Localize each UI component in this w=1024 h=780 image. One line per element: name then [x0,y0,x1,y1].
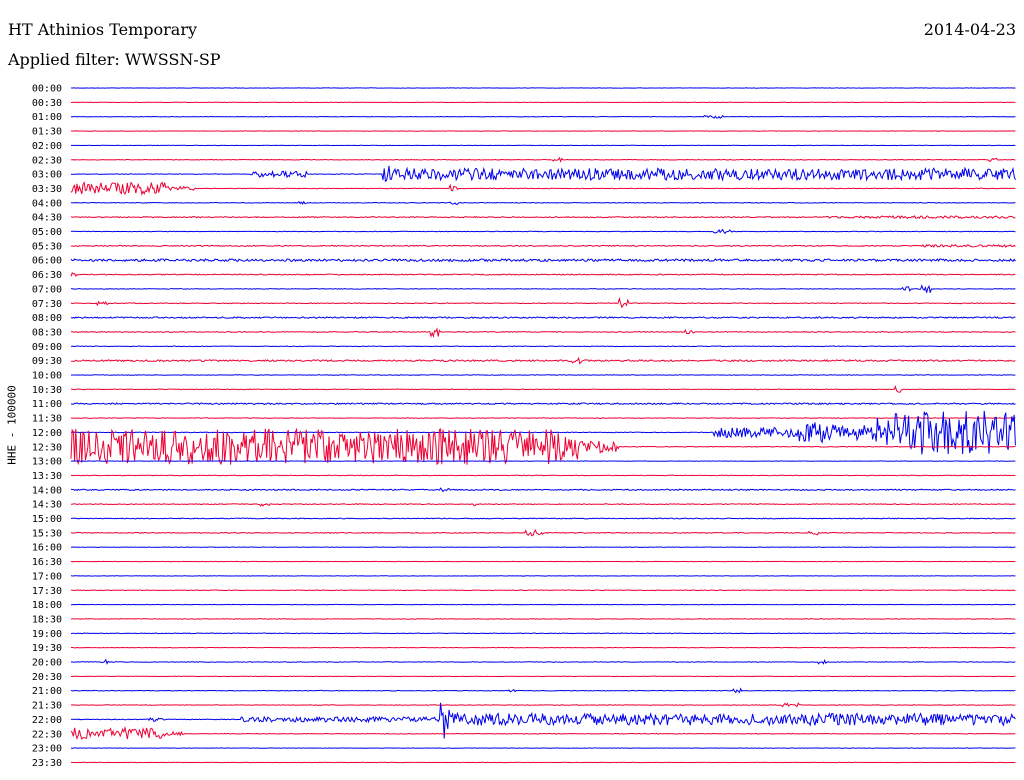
time-tick-label: 17:30 [32,586,62,597]
time-tick-label: 19:00 [32,629,62,640]
trace-line [70,702,1016,708]
time-tick-label: 03:00 [32,170,62,181]
trace-line [70,402,1016,406]
time-tick-label: 20:30 [32,672,62,683]
trace-line [70,687,1016,694]
time-tick-label: 21:00 [32,686,62,697]
time-tick-label: 07:30 [32,299,62,310]
time-tick-label: 02:00 [32,141,62,152]
time-tick-label: 04:30 [32,213,62,224]
trace-line [70,417,1016,419]
time-tick-label: 18:30 [32,614,62,625]
time-tick-label: 21:30 [32,701,62,712]
time-tick-label: 14:30 [32,500,62,511]
time-tick-label: 10:30 [32,385,62,396]
time-tick-label: 22:30 [32,729,62,740]
time-tick-label: 05:00 [32,227,62,238]
trace-line [70,658,1016,665]
time-tick-label: 03:30 [32,184,62,195]
helicorder-plot: 00:00 00:30 01:00 01:30 02:00 02:30 03:00 03:30… [32,84,1016,769]
time-tick-label: 05:30 [32,241,62,252]
time-tick-label: 08:00 [32,313,62,324]
trace-line [70,725,1016,740]
time-tick-label: 06:30 [32,270,62,281]
trace-line [70,529,1016,537]
trace-line [70,632,1016,635]
trace-line [70,271,1016,277]
trace-line [70,200,1016,205]
time-tick-label: 14:00 [32,485,62,496]
time-tick-label: 15:30 [32,528,62,539]
trace-line [70,327,1016,338]
time-tick-label: 11:30 [32,414,62,425]
time-tick-label: 09:30 [32,356,62,367]
time-tick-label: 13:30 [32,471,62,482]
trace-line [70,181,1016,196]
time-tick-label: 23:00 [32,744,62,755]
trace-line [70,228,1016,235]
time-tick-label: 04:00 [32,198,62,209]
trace-line [70,618,1016,620]
time-tick-label: 07:00 [32,284,62,295]
time-tick-label: 12:30 [32,442,62,453]
trace-line [70,114,1016,119]
trace-line [70,165,1016,183]
time-tick-label: 12:00 [32,428,62,439]
time-tick-label: 19:30 [32,643,62,654]
time-tick-label: 10:00 [32,371,62,382]
time-tick-label: 00:00 [32,84,62,95]
time-tick-label: 09:00 [32,342,62,353]
time-tick-label: 23:30 [32,758,62,769]
trace-line [70,156,1016,163]
time-tick-label: 08:30 [32,327,62,338]
trace-line [70,284,1016,293]
trace-line [70,296,1016,309]
time-tick-label: 20:00 [32,658,62,669]
trace-line [70,374,1016,376]
trace-line [70,474,1016,477]
trace-line [70,345,1016,348]
time-tick-label: 22:00 [32,715,62,726]
trace-line [70,316,1016,320]
trace-line [70,487,1016,493]
time-tick-label: 18:00 [32,600,62,611]
trace-line [70,243,1016,248]
trace-line [70,258,1016,263]
time-tick-label: 00:30 [32,98,62,109]
time-tick-label: 01:00 [32,112,62,123]
time-tick-label: 11:00 [32,399,62,410]
trace-line [70,385,1016,393]
time-tick-label: 02:30 [32,155,62,166]
time-tick-label: 16:00 [32,543,62,554]
trace-line [70,589,1016,592]
trace-line [70,517,1016,520]
time-tick-label: 17:00 [32,571,62,582]
trace-line [70,503,1016,507]
trace-line [70,356,1016,365]
time-tick-label: 01:30 [32,127,62,138]
trace-line [70,215,1016,220]
time-tick-label: 16:30 [32,557,62,568]
time-tick-label: 06:00 [32,256,62,267]
time-tick-label: 15:00 [32,514,62,525]
time-tick-label: 13:00 [32,457,62,468]
